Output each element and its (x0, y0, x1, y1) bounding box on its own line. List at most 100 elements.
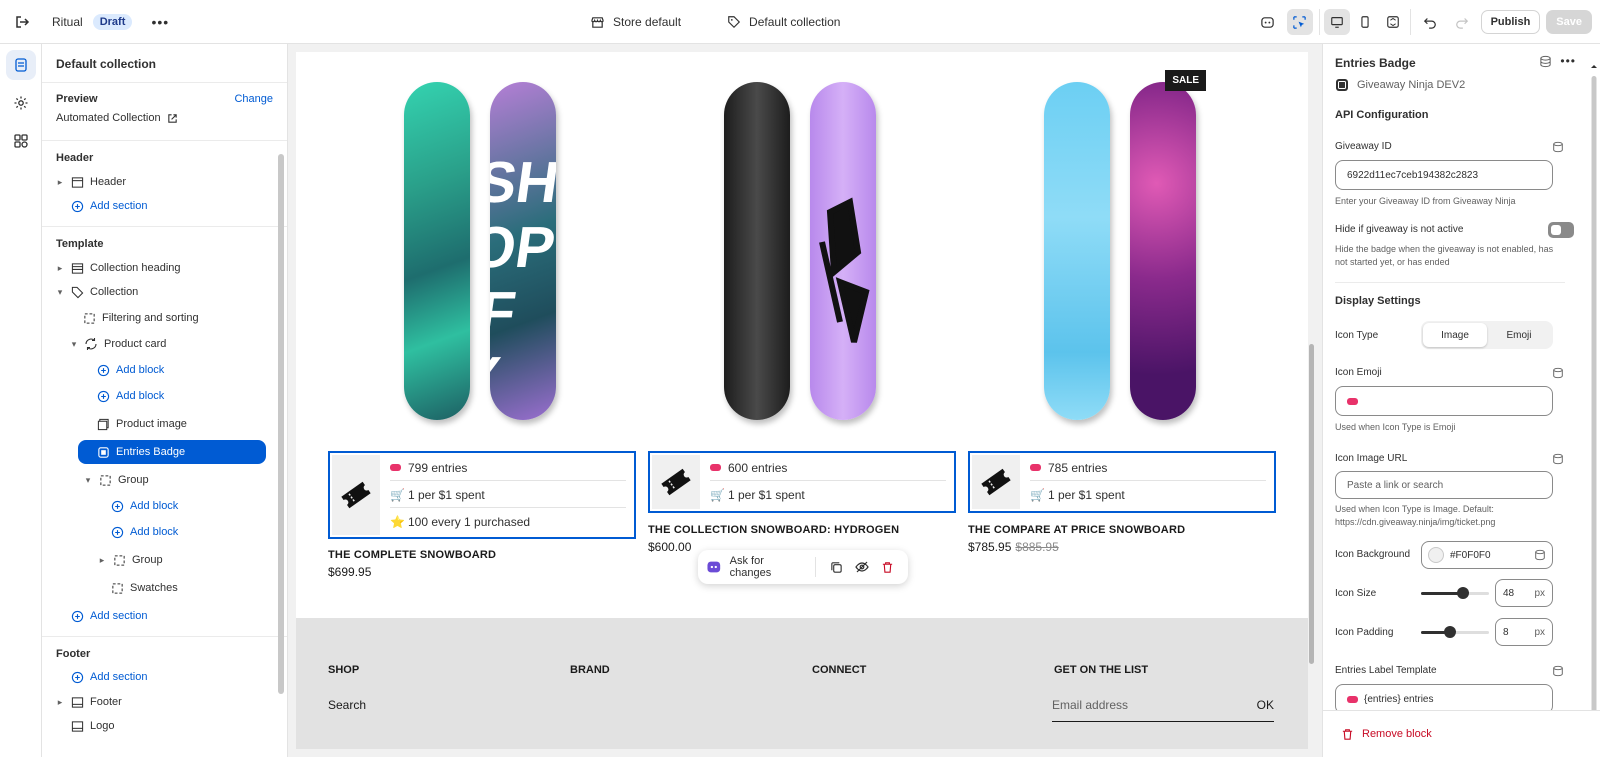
theme-name[interactable]: Ritual (52, 15, 83, 29)
sidekick-icon[interactable] (706, 559, 722, 575)
sections-icon[interactable] (6, 50, 36, 80)
apps-icon[interactable] (6, 126, 36, 156)
store-context-button[interactable]: Store default (590, 15, 681, 30)
group-icon (112, 553, 126, 567)
duplicate-icon[interactable] (824, 554, 849, 580)
chevron-right-icon[interactable]: ▸ (54, 697, 66, 708)
exit-icon[interactable] (0, 0, 44, 44)
section-footer[interactable]: ▸ Footer (54, 691, 122, 713)
color-swatch[interactable] (1428, 547, 1444, 563)
newsletter-email-input[interactable]: Email address OK (1052, 688, 1274, 722)
block-group[interactable]: ▸ Group (96, 549, 163, 571)
product-image[interactable] (616, 82, 924, 432)
icon-size-slider[interactable] (1421, 585, 1489, 601)
desktop-view-icon[interactable] (1323, 9, 1350, 35)
database-icon[interactable] (1552, 141, 1564, 153)
slider-thumb[interactable] (1457, 587, 1470, 599)
footer-heading: CONNECT (812, 664, 867, 676)
change-preview-link[interactable]: Change (234, 93, 273, 105)
icon-type-image-option[interactable]: Image (1423, 323, 1487, 347)
newsletter-submit-button[interactable]: OK (1257, 698, 1274, 712)
icon-size-input[interactable]: 48 px (1495, 579, 1553, 607)
database-icon[interactable] (1552, 367, 1564, 379)
chevron-right-icon[interactable]: ▸ (96, 555, 108, 566)
storefront-preview: SH OP IF Y 799 entries 🛒 1 per $1 spent ⭐ 100… (296, 52, 1308, 749)
more-options-icon[interactable]: ••• (1560, 54, 1576, 68)
undo-icon[interactable] (1417, 9, 1443, 35)
entries-line: 785 entries (1030, 455, 1266, 481)
add-section-header-button[interactable]: Add section (70, 195, 147, 217)
mobile-view-icon[interactable] (1352, 9, 1378, 35)
block-filtering[interactable]: Filtering and sorting (82, 307, 199, 329)
redo-icon[interactable] (1449, 9, 1475, 35)
canvas-scrollbar[interactable] (1309, 344, 1314, 664)
toolbar-right: Publish Save (1255, 0, 1592, 44)
product-title[interactable]: THE COMPLETE SNOWBOARD (328, 549, 496, 561)
database-icon[interactable] (1552, 453, 1564, 465)
theme-settings-icon[interactable] (6, 88, 36, 118)
panel-scrollbar[interactable] (1591, 64, 1597, 716)
delete-icon[interactable] (875, 554, 900, 580)
preview-value[interactable]: Automated Collection (56, 112, 178, 124)
plus-circle-icon (70, 670, 84, 684)
icon-padding-input[interactable]: 8 px (1495, 618, 1553, 646)
entries-line: ⭐ 100 every 1 purchased (390, 509, 626, 535)
app-embed-icon[interactable] (1255, 9, 1281, 35)
ask-for-changes-button[interactable]: Ask for changes (730, 555, 807, 579)
product-image[interactable] (936, 82, 1244, 432)
icon-emoji-input[interactable] (1335, 386, 1553, 416)
chevron-down-icon[interactable]: ▾ (82, 475, 94, 486)
template-context-button[interactable]: Default collection (727, 15, 840, 29)
chevron-down-icon[interactable]: ▾ (68, 339, 80, 350)
block-swatches[interactable]: Swatches (110, 577, 178, 599)
block-product-card[interactable]: ▾ Product card (68, 333, 166, 355)
icon-padding-slider[interactable] (1421, 624, 1489, 640)
block-product-image[interactable]: Product image (96, 413, 187, 435)
more-actions-icon[interactable]: ••• (148, 10, 172, 34)
add-section-template-button[interactable]: Add section (70, 605, 147, 627)
external-link-icon (167, 113, 177, 123)
giveaway-id-input[interactable]: 6922d11ec7ceb194382c2823 (1335, 160, 1553, 190)
section-collection-heading[interactable]: ▸ Collection heading (54, 257, 181, 279)
publish-button[interactable]: Publish (1480, 10, 1541, 34)
chevron-right-icon[interactable]: ▸ (54, 263, 66, 274)
add-section-footer-button[interactable]: Add section (70, 666, 147, 688)
entries-badge[interactable]: 799 entries 🛒 1 per $1 spent ⭐ 100 every 1… (328, 451, 636, 539)
product-title[interactable]: THE COLLECTION SNOWBOARD: HYDROGEN (648, 524, 899, 536)
divider (42, 140, 287, 141)
product-image[interactable]: SH OP IF Y (296, 82, 604, 432)
add-block-button[interactable]: Add block (110, 495, 178, 517)
plus-circle-icon (96, 389, 110, 403)
product-title[interactable]: THE COMPARE AT PRICE SNOWBOARD (968, 524, 1185, 536)
add-block-button[interactable]: Add block (110, 521, 178, 543)
sidebar-scrollbar[interactable] (278, 154, 284, 694)
save-button[interactable]: Save (1546, 10, 1592, 34)
icon-type-emoji-option[interactable]: Emoji (1487, 323, 1551, 347)
chevron-right-icon[interactable]: ▸ (54, 177, 66, 188)
hide-icon[interactable] (849, 554, 874, 580)
hide-inactive-toggle[interactable] (1548, 222, 1574, 238)
ticket-emoji-icon (1347, 397, 1358, 405)
ticket-icon (972, 455, 1020, 509)
database-icon[interactable] (1552, 665, 1564, 677)
add-block-button[interactable]: Add block (96, 385, 164, 407)
add-block-button[interactable]: Add block (96, 359, 164, 381)
entries-badge[interactable]: 785 entries 🛒 1 per $1 spent (968, 451, 1276, 513)
footer-link-search[interactable]: Search (328, 698, 366, 712)
section-header[interactable]: ▸ Header (54, 171, 126, 193)
block-entries-badge[interactable]: Entries Badge (78, 440, 266, 464)
section-collection[interactable]: ▾ Collection (54, 281, 139, 303)
icon-image-url-input[interactable]: Paste a link or search (1335, 471, 1553, 499)
remove-block-button[interactable]: Remove block (1323, 710, 1600, 757)
hide-inactive-help: Hide the badge when the giveaway is not … (1335, 244, 1554, 267)
inspector-icon[interactable] (1286, 9, 1313, 35)
chevron-down-icon[interactable]: ▾ (54, 287, 66, 298)
entries-badge[interactable]: 600 entries 🛒 1 per $1 spent (648, 451, 956, 513)
section-logo[interactable]: Logo (70, 715, 114, 737)
slider-thumb[interactable] (1443, 626, 1456, 638)
block-group[interactable]: ▾ Group (82, 469, 149, 491)
database-icon[interactable] (1539, 55, 1552, 68)
icon-background-picker[interactable]: #F0F0F0 (1421, 541, 1553, 569)
database-icon[interactable] (1534, 549, 1546, 561)
fullscreen-view-icon[interactable] (1380, 9, 1406, 35)
